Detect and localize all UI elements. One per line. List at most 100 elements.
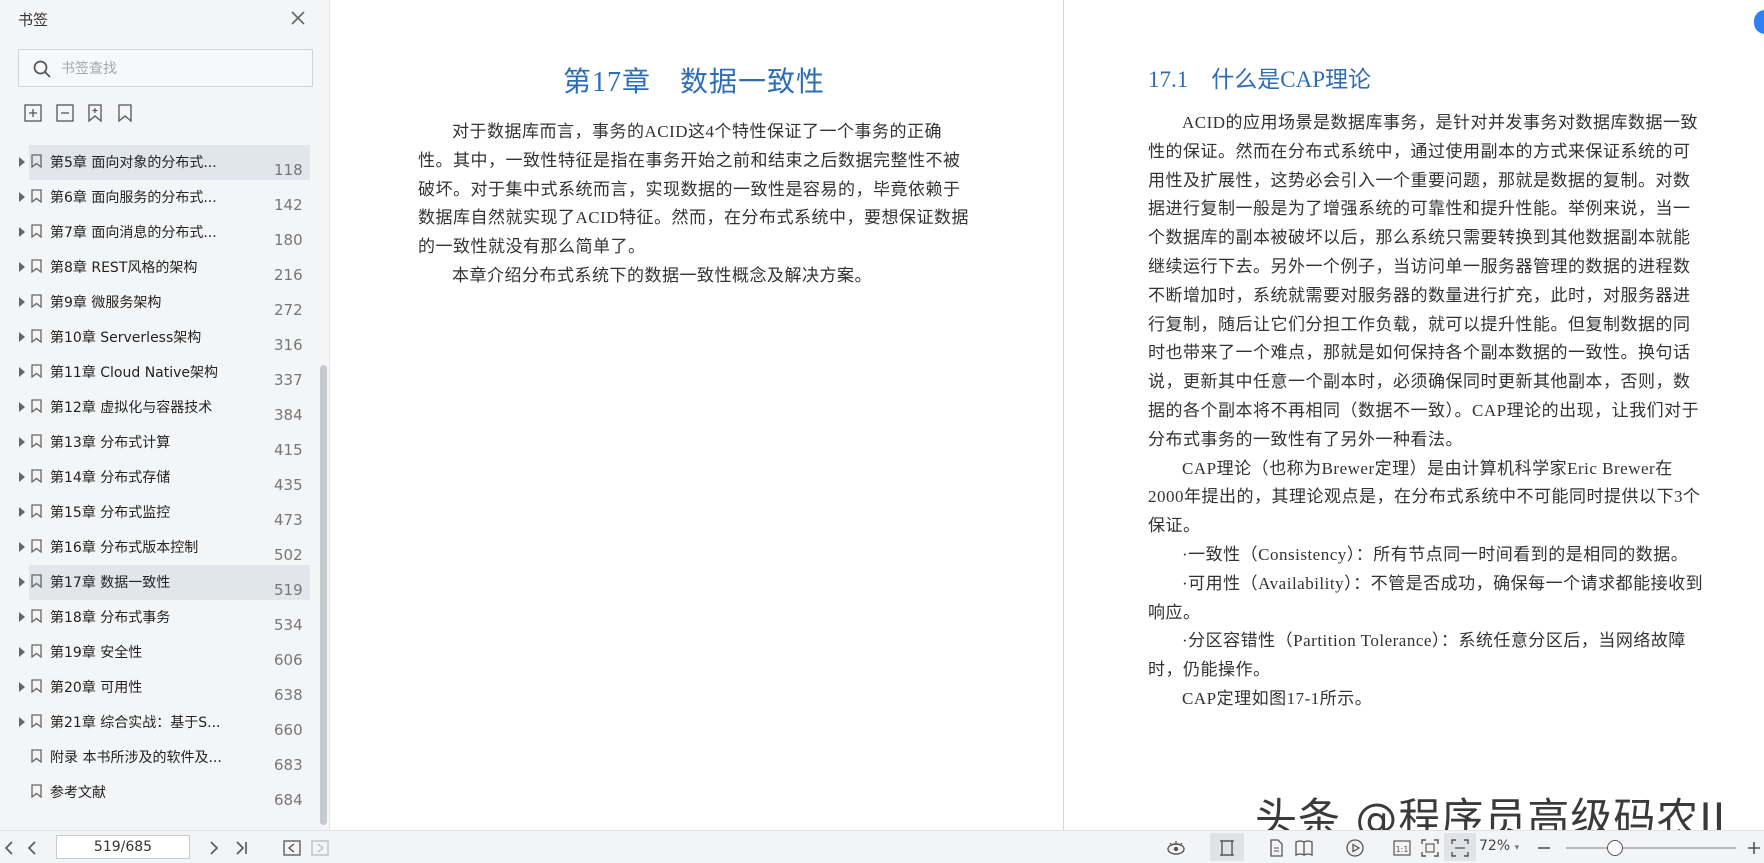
expand-bookmark-icon[interactable] bbox=[84, 102, 106, 124]
bookmark-label: 第20章 可用性 bbox=[50, 680, 143, 696]
fit-width-icon[interactable] bbox=[1450, 838, 1470, 858]
expand-arrow-icon[interactable] bbox=[18, 542, 26, 552]
paragraph: ACID的应用场景是数据库事务，是针对并发事务对数据库数据一致性的保证。然而在分… bbox=[1148, 113, 1700, 449]
zoom-in-icon[interactable] bbox=[1744, 838, 1764, 858]
bookmark-label: 第21章 综合实战：基于S... bbox=[50, 715, 221, 731]
zoom-slider[interactable] bbox=[1566, 847, 1736, 849]
bookmark-item[interactable]: 第14章 分布式存储 435 bbox=[0, 460, 320, 495]
bookmark-icon bbox=[31, 434, 42, 448]
bookmark-icon bbox=[31, 574, 42, 588]
navigate-forward-icon[interactable] bbox=[310, 838, 330, 858]
bookmark-icon bbox=[31, 154, 42, 168]
bookmark-item[interactable]: 第8章 REST风格的架构 216 bbox=[0, 250, 320, 285]
bookmark-icon bbox=[31, 259, 42, 273]
zoom-level-dropdown[interactable]: 72% ▾ bbox=[1479, 838, 1519, 854]
bookmark-page-number: 519 bbox=[274, 581, 303, 599]
bookmark-item[interactable]: 第7章 面向消息的分布式... 180 bbox=[0, 215, 320, 250]
expand-arrow-icon[interactable] bbox=[18, 472, 26, 482]
bookmark-item[interactable]: 第5章 面向对象的分布式... 118 bbox=[0, 145, 320, 180]
expand-arrow-icon[interactable] bbox=[18, 227, 26, 237]
bookmark-icon bbox=[31, 504, 42, 518]
bookmark-item[interactable]: 第9章 微服务架构 272 bbox=[0, 285, 320, 320]
bookmark-page-number: 142 bbox=[274, 196, 303, 214]
close-icon[interactable] bbox=[288, 8, 308, 28]
bookmark-item[interactable]: 第6章 面向服务的分布式... 142 bbox=[0, 180, 320, 215]
bookmark-label: 附录 本书所涉及的软件及... bbox=[50, 750, 222, 766]
bookmark-item[interactable]: 参考文献 684 bbox=[0, 775, 320, 810]
expand-arrow-icon[interactable] bbox=[18, 437, 26, 447]
bookmark-icon bbox=[31, 749, 42, 763]
bookmark-page-number: 272 bbox=[274, 301, 303, 319]
expand-arrow-icon[interactable] bbox=[18, 507, 26, 517]
expand-arrow-icon[interactable] bbox=[18, 577, 26, 587]
bookmark-list: 第5章 面向对象的分布式... 118 第6章 面向服务的分布式... 142 第7章 … bbox=[0, 145, 320, 810]
bookmark-page-number: 473 bbox=[274, 511, 303, 529]
bookmark-label: 第12章 虚拟化与容器技术 bbox=[50, 400, 213, 416]
bookmark-item[interactable]: 第11章 Cloud Native架构 337 bbox=[0, 355, 320, 390]
double-page-icon[interactable] bbox=[1294, 838, 1314, 858]
bookmark-item[interactable]: 第17章 数据一致性 519 bbox=[0, 565, 320, 600]
expand-arrow-icon[interactable] bbox=[18, 682, 26, 692]
expand-arrow-icon[interactable] bbox=[18, 332, 26, 342]
last-page-icon[interactable] bbox=[232, 838, 252, 858]
bookmark-label: 第5章 面向对象的分布式... bbox=[50, 155, 217, 171]
delete-bookmark-icon[interactable] bbox=[54, 102, 76, 124]
section-title: 17.1 什么是CAP理论 bbox=[1148, 67, 1371, 92]
bookmark-label: 第8章 REST风格的架构 bbox=[50, 260, 198, 276]
bookmark-item[interactable]: 第16章 分布式版本控制 502 bbox=[0, 530, 320, 565]
bookmark-icon bbox=[31, 224, 42, 238]
eye-protection-icon[interactable] bbox=[1166, 838, 1186, 858]
bookmark-item[interactable]: 附录 本书所涉及的软件及... 683 bbox=[0, 740, 320, 775]
zoom-slider-handle[interactable] bbox=[1607, 840, 1624, 856]
bookmark-page-number: 683 bbox=[274, 756, 303, 774]
expand-arrow-icon[interactable] bbox=[18, 297, 26, 307]
bookmark-item[interactable]: 第13章 分布式计算 415 bbox=[0, 425, 320, 460]
navigate-back-icon[interactable] bbox=[282, 838, 302, 858]
bookmark-label: 第16章 分布式版本控制 bbox=[50, 540, 199, 556]
svg-text:1:1: 1:1 bbox=[1396, 845, 1409, 854]
bookmark-page-number: 180 bbox=[274, 231, 303, 249]
fit-page-icon[interactable] bbox=[1420, 838, 1440, 858]
continuous-scroll-icon[interactable] bbox=[1217, 838, 1237, 858]
single-page-icon[interactable] bbox=[1266, 838, 1286, 858]
bookmark-label: 第18章 分布式事务 bbox=[50, 610, 171, 626]
bookmark-page-number: 502 bbox=[274, 546, 303, 564]
expand-arrow-icon[interactable] bbox=[18, 717, 26, 727]
bookmark-item[interactable]: 第18章 分布式事务 534 bbox=[0, 600, 320, 635]
bookmark-item[interactable]: 第15章 分布式监控 473 bbox=[0, 495, 320, 530]
play-icon[interactable] bbox=[1345, 838, 1365, 858]
expand-arrow-icon[interactable] bbox=[18, 262, 26, 272]
bookmark-item[interactable]: 第10章 Serverless架构 316 bbox=[0, 320, 320, 355]
bookmark-item[interactable]: 第21章 综合实战：基于S... 660 bbox=[0, 705, 320, 740]
bookmark-page-number: 384 bbox=[274, 406, 303, 424]
right-page-body: ACID的应用场景是数据库事务，是针对并发事务对数据库数据一致性的保证。然而在分… bbox=[1148, 109, 1706, 714]
page-number-input[interactable] bbox=[56, 835, 190, 859]
next-page-icon[interactable] bbox=[204, 838, 224, 858]
bookmark-page-number: 337 bbox=[274, 371, 303, 389]
expand-arrow-icon[interactable] bbox=[18, 367, 26, 377]
expand-arrow-icon[interactable] bbox=[18, 157, 26, 167]
bookmark-item[interactable]: 第12章 虚拟化与容器技术 384 bbox=[0, 390, 320, 425]
bookmark-label: 第9章 微服务架构 bbox=[50, 295, 162, 311]
zoom-out-icon[interactable] bbox=[1534, 838, 1554, 858]
actual-size-icon[interactable]: 1:1 bbox=[1392, 838, 1412, 858]
bookmark-icon bbox=[31, 294, 42, 308]
scrollbar-thumb[interactable] bbox=[320, 365, 327, 825]
bookmark-item[interactable]: 第19章 安全性 606 bbox=[0, 635, 320, 670]
bookmark-search-input[interactable] bbox=[61, 56, 301, 82]
add-bookmark-icon[interactable] bbox=[22, 102, 44, 124]
bookmark-label: 第13章 分布式计算 bbox=[50, 435, 171, 451]
collapse-bookmark-icon[interactable] bbox=[114, 102, 136, 124]
first-page-icon[interactable] bbox=[0, 838, 20, 858]
bookmark-page-number: 435 bbox=[274, 476, 303, 494]
expand-arrow-icon[interactable] bbox=[18, 192, 26, 202]
expand-arrow-icon[interactable] bbox=[18, 402, 26, 412]
bookmark-item[interactable]: 第20章 可用性 638 bbox=[0, 670, 320, 705]
bookmark-page-number: 316 bbox=[274, 336, 303, 354]
expand-arrow-icon[interactable] bbox=[18, 647, 26, 657]
bookmark-label: 第6章 面向服务的分布式... bbox=[50, 190, 217, 206]
expand-arrow-icon[interactable] bbox=[18, 612, 26, 622]
bookmark-icon bbox=[31, 714, 42, 728]
bookmark-icon bbox=[31, 539, 42, 553]
previous-page-icon[interactable] bbox=[22, 838, 42, 858]
